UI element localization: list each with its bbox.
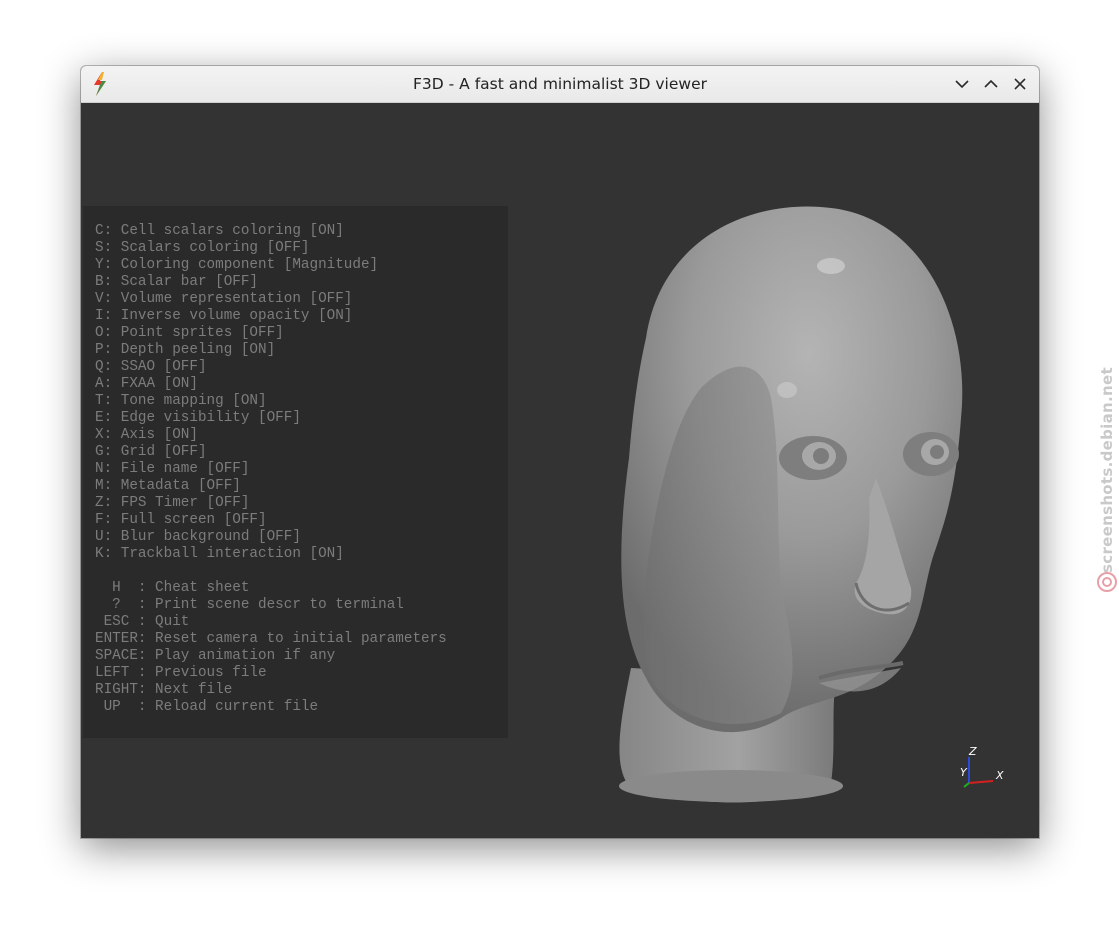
cheat-sheet-option-line: O: Point sprites [OFF]: [95, 325, 284, 341]
mannequin-head-model: [619, 206, 963, 803]
cheat-sheet-option-line: F: Full screen [OFF]: [95, 512, 267, 528]
cheat-sheet-key-line: RIGHT: Next file: [95, 682, 233, 698]
title-bar[interactable]: F3D - A fast and minimalist 3D viewer: [81, 66, 1039, 103]
close-icon: [1014, 78, 1026, 90]
cheat-sheet-option-line: Y: Coloring component [Magnitude]: [95, 257, 379, 273]
y-axis-label: Y: [960, 766, 968, 779]
cheat-sheet-key-line: ? : Print scene descr to terminal: [95, 597, 404, 613]
x-axis-label: X: [995, 769, 1004, 782]
cheat-sheet-option-line: A: FXAA [ON]: [95, 376, 198, 392]
debian-swirl-icon: [1097, 572, 1117, 592]
chevron-up-icon: [984, 79, 998, 88]
cheat-sheet-option-line: V: Volume representation [OFF]: [95, 291, 353, 307]
cheat-sheet-panel: C: Cell scalars coloring [ON] S: Scalars …: [83, 206, 508, 738]
cheat-sheet-option-line: G: Grid [OFF]: [95, 444, 207, 460]
cheat-sheet-key-line: UP : Reload current file: [95, 699, 319, 715]
axis-orientation-widget: Z X Y: [960, 745, 1004, 788]
maximize-button[interactable]: [979, 72, 1003, 96]
watermark: screenshots.debian.net: [1095, 350, 1119, 595]
window-title: F3D - A fast and minimalist 3D viewer: [413, 75, 707, 93]
cheat-sheet-option-line: B: Scalar bar [OFF]: [95, 274, 259, 290]
cheat-sheet-key-line: LEFT : Previous file: [95, 665, 267, 681]
cheat-sheet-option-line: T: Tone mapping [ON]: [95, 393, 267, 409]
minimize-button[interactable]: [950, 72, 974, 96]
app-window: F3D - A fast and minimalist 3D viewer C:…: [81, 66, 1039, 838]
cheat-sheet-option-line: M: Metadata [OFF]: [95, 478, 241, 494]
cheat-sheet-option-line: E: Edge visibility [OFF]: [95, 410, 301, 426]
cheat-sheet-option-line: U: Blur background [OFF]: [95, 529, 301, 545]
cheat-sheet-option-line: I: Inverse volume opacity [ON]: [95, 308, 353, 324]
cheat-sheet-option-line: S: Scalars coloring [OFF]: [95, 240, 310, 256]
cheat-sheet-option-line: Z: FPS Timer [OFF]: [95, 495, 250, 511]
chevron-down-icon: [955, 80, 969, 89]
cheat-sheet-key-line: ESC : Quit: [95, 614, 190, 630]
cheat-sheet-option-line: C: Cell scalars coloring [ON]: [95, 223, 344, 239]
render-viewport[interactable]: C: Cell scalars coloring [ON] S: Scalars …: [81, 103, 1039, 838]
cheat-sheet-option-line: N: File name [OFF]: [95, 461, 250, 477]
y-axis-line: [963, 782, 970, 788]
cheat-sheet-key-line: ENTER: Reset camera to initial parameter…: [95, 631, 447, 647]
x-axis-line: [968, 780, 994, 784]
cheat-sheet-option-line: P: Depth peeling [ON]: [95, 342, 276, 358]
close-button[interactable]: [1008, 72, 1032, 96]
cheat-sheet-option-line: X: Axis [ON]: [95, 427, 198, 443]
z-axis-label: Z: [968, 745, 977, 758]
cheat-sheet-key-line: SPACE: Play animation if any: [95, 648, 336, 664]
cheat-sheet-key-line: H : Cheat sheet: [95, 580, 250, 596]
watermark-text: screenshots.debian.net: [1098, 367, 1116, 573]
cheat-sheet-option-line: Q: SSAO [OFF]: [95, 359, 207, 375]
cheat-sheet-option-line: K: Trackball interaction [ON]: [95, 546, 344, 562]
